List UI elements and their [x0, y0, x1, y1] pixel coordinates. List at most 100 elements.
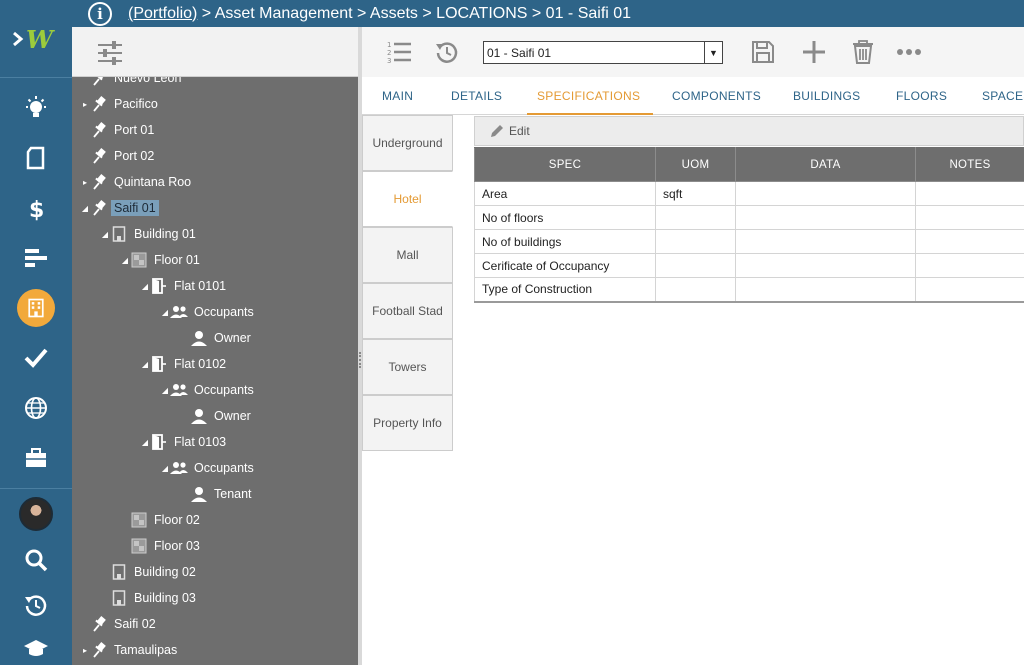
more-icon[interactable]: [894, 37, 924, 67]
notes-cell[interactable]: [915, 277, 1024, 303]
info-icon[interactable]: i: [88, 1, 112, 26]
history-icon[interactable]: [432, 37, 462, 67]
splitter-handle[interactable]: [359, 352, 361, 368]
expand-arrow-icon[interactable]: ◢: [120, 256, 130, 265]
data-cell[interactable]: [735, 181, 916, 206]
tree-item-label: Building 02: [134, 565, 196, 579]
table-row[interactable]: Type of Construction: [474, 277, 1024, 303]
building-icon[interactable]: [0, 288, 72, 328]
app-logo[interactable]: W: [0, 0, 72, 78]
tree-item[interactable]: ◢ Building 01: [100, 223, 199, 245]
data-cell[interactable]: [735, 277, 916, 303]
expand-arrow-icon[interactable]: ◢: [80, 204, 90, 213]
expand-arrow-icon[interactable]: ◢: [140, 438, 150, 447]
list-icon[interactable]: 123: [384, 37, 414, 67]
pencil-icon[interactable]: [489, 123, 505, 139]
table-row[interactable]: Cerificate of Occupancy: [474, 253, 1024, 278]
expand-arrow-icon[interactable]: ◢: [100, 230, 110, 239]
subtab-mall[interactable]: Mall: [362, 227, 453, 283]
subtab-football-stadium[interactable]: Football Stad: [362, 283, 453, 339]
tree-item[interactable]: Building 03: [100, 587, 199, 609]
tree-item[interactable]: ▸ Tamaulipas: [80, 639, 180, 661]
uom-cell[interactable]: [655, 229, 736, 254]
expand-arrow-icon[interactable]: ▸: [80, 646, 90, 655]
tab-floors[interactable]: FLOORS: [896, 77, 947, 115]
history-icon[interactable]: [0, 585, 72, 625]
expand-arrow-icon[interactable]: ▸: [80, 100, 90, 109]
uom-cell[interactable]: [655, 253, 736, 278]
chevron-down-icon[interactable]: ▼: [704, 42, 722, 63]
subtab-towers[interactable]: Towers: [362, 339, 453, 395]
notes-cell[interactable]: [915, 229, 1024, 254]
briefcase-icon[interactable]: [0, 438, 72, 478]
tab-buildings[interactable]: BUILDINGS: [793, 77, 860, 115]
data-cell[interactable]: [735, 253, 916, 278]
avatar[interactable]: [0, 494, 72, 534]
expand-arrow-icon[interactable]: ◢: [160, 308, 170, 317]
record-select[interactable]: 01 - Saifi 01 ▼: [483, 41, 723, 64]
data-cell[interactable]: [735, 229, 916, 254]
gantt-icon[interactable]: [0, 238, 72, 278]
table-row[interactable]: No of floors: [474, 205, 1024, 230]
uom-cell[interactable]: [655, 205, 736, 230]
notes-cell[interactable]: [915, 253, 1024, 278]
dollar-icon[interactable]: $: [0, 188, 72, 228]
tree-item[interactable]: ◢ Flat 0101: [140, 275, 229, 297]
tree-item[interactable]: Tenant: [180, 483, 255, 505]
tab-components[interactable]: COMPONENTS: [672, 77, 761, 115]
uom-cell[interactable]: [655, 277, 736, 303]
document-icon[interactable]: [0, 138, 72, 178]
subtab-hotel[interactable]: Hotel: [362, 171, 453, 227]
tree-item[interactable]: Saifi 02: [80, 613, 159, 635]
notes-cell[interactable]: [915, 181, 1024, 206]
expand-arrow-icon[interactable]: ◢: [140, 360, 150, 369]
notes-cell[interactable]: [915, 205, 1024, 230]
edit-button[interactable]: Edit: [509, 124, 530, 138]
column-header-data[interactable]: DATA: [735, 147, 916, 182]
column-header-notes[interactable]: NOTES: [915, 147, 1024, 182]
tree-item[interactable]: ◢ Floor 01: [120, 249, 203, 271]
tree-item[interactable]: Nuevo Leon: [80, 77, 184, 89]
search-icon[interactable]: [0, 540, 72, 580]
tree-item[interactable]: ◢ Occupants: [160, 457, 257, 479]
expand-arrow-icon[interactable]: ◢: [160, 464, 170, 473]
tree-item[interactable]: Port 02: [80, 145, 157, 167]
delete-icon[interactable]: [848, 37, 878, 67]
tree-item[interactable]: ◢ Flat 0102: [140, 353, 229, 375]
tree-item[interactable]: Floor 02: [120, 509, 203, 531]
tab-details[interactable]: DETAILS: [451, 77, 502, 115]
table-row[interactable]: No of buildings: [474, 229, 1024, 254]
tab-specifications[interactable]: SPECIFICATIONS: [537, 77, 640, 115]
tree-item[interactable]: ◢ Occupants: [160, 379, 257, 401]
table-row[interactable]: Area sqft: [474, 181, 1024, 206]
tree-item[interactable]: ▸ Pacifico: [80, 93, 161, 115]
graduation-cap-icon[interactable]: [0, 628, 72, 665]
expand-arrow-icon[interactable]: ◢: [140, 282, 150, 291]
tree-item[interactable]: ◢ Flat 0103: [140, 431, 229, 453]
data-cell[interactable]: [735, 205, 916, 230]
column-header-spec[interactable]: SPEC: [474, 147, 656, 182]
check-icon[interactable]: [0, 338, 72, 378]
bulb-icon[interactable]: [0, 88, 72, 128]
subtab-underground[interactable]: Underground: [362, 115, 453, 171]
tree-item[interactable]: Port 01: [80, 119, 157, 141]
tree-item[interactable]: ◢ Saifi 01: [80, 197, 159, 219]
save-icon[interactable]: [748, 37, 778, 67]
tab-spaces[interactable]: SPACES: [982, 77, 1024, 115]
globe-icon[interactable]: [0, 388, 72, 428]
filter-sliders-icon[interactable]: [96, 40, 124, 66]
tree-item[interactable]: Floor 03: [120, 535, 203, 557]
uom-cell[interactable]: sqft: [655, 181, 736, 206]
tree-item[interactable]: Owner: [180, 405, 254, 427]
tree-item[interactable]: Building 02: [100, 561, 199, 583]
tab-main[interactable]: MAIN: [382, 77, 413, 115]
tree-item[interactable]: Owner: [180, 327, 254, 349]
breadcrumb-portfolio-link[interactable]: (Portfolio): [128, 5, 197, 22]
tree-item[interactable]: ▸ Quintana Roo: [80, 171, 194, 193]
expand-arrow-icon[interactable]: ◢: [160, 386, 170, 395]
add-icon[interactable]: [799, 37, 829, 67]
tree-item[interactable]: ◢ Occupants: [160, 301, 257, 323]
expand-arrow-icon[interactable]: ▸: [80, 178, 90, 187]
column-header-uom[interactable]: UOM: [655, 147, 736, 182]
subtab-property-info[interactable]: Property Info: [362, 395, 453, 451]
